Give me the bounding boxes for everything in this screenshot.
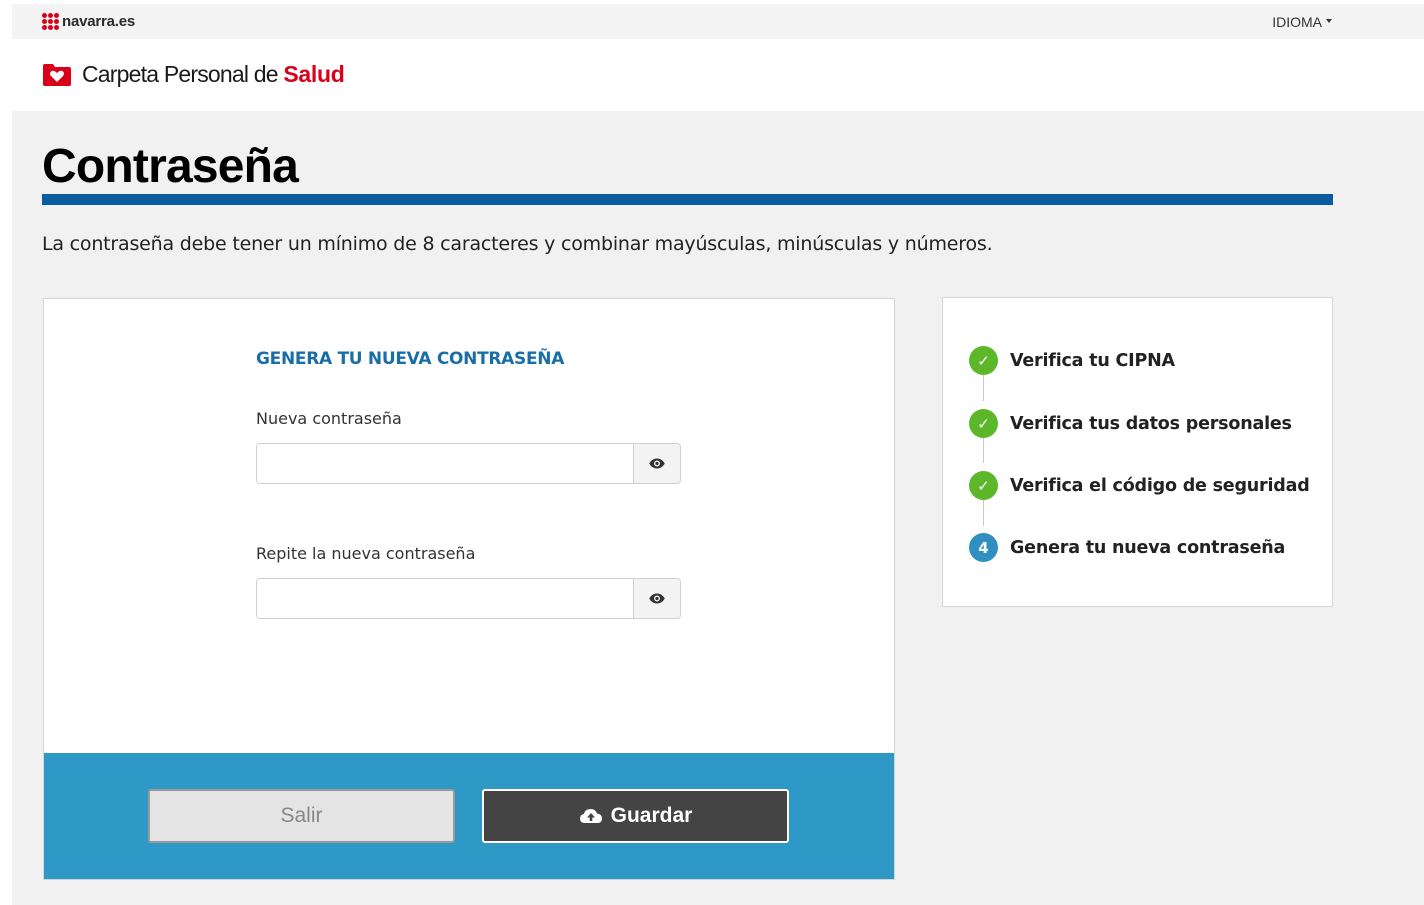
app-title-accent: Salud <box>283 61 345 87</box>
password-form: GENERA TU NUEVA CONTRASEÑA Nueva contras… <box>256 349 686 679</box>
exit-button-label: Salir <box>280 804 323 827</box>
step-label: Verifica tus datos personales <box>1010 413 1292 434</box>
password-requirements-text: La contraseña debe tener un mínimo de 8 … <box>42 233 993 255</box>
new-password-group <box>256 443 681 484</box>
step-connector <box>983 375 984 401</box>
exit-button[interactable]: Salir <box>148 789 455 843</box>
app-header: Carpeta Personal de Salud <box>12 39 1424 111</box>
language-dropdown[interactable]: IDIOMA <box>1272 14 1332 30</box>
app-title-prefix: Carpeta Personal de <box>82 61 284 87</box>
new-password-label: Nueva contraseña <box>256 409 402 428</box>
navarra-brand-text: navarra.es <box>62 13 136 30</box>
password-form-card: GENERA TU NUEVA CONTRASEÑA Nueva contras… <box>43 298 895 880</box>
folder-heart-icon <box>42 62 72 87</box>
check-icon: ✓ <box>969 409 998 438</box>
eye-icon <box>649 593 665 604</box>
page-title: Contraseña <box>42 140 299 193</box>
app-title: Carpeta Personal de Salud <box>82 61 345 88</box>
step-4: 4 Genera tu nueva contraseña <box>969 533 1285 562</box>
step-2: ✓ Verifica tus datos personales <box>969 409 1292 438</box>
step-label: Genera tu nueva contraseña <box>1010 537 1286 558</box>
cloud-upload-icon <box>579 809 602 823</box>
repeat-password-group <box>256 578 681 619</box>
navarra-brand-link[interactable]: navarra.es <box>42 13 135 30</box>
check-icon: ✓ <box>969 346 998 375</box>
step-1: ✓ Verifica tu CIPNA <box>969 346 1175 375</box>
navarra-dots-icon <box>42 13 59 30</box>
save-button[interactable]: Guardar <box>482 789 789 843</box>
step-label: Verifica tu CIPNA <box>1010 350 1175 371</box>
step-connector <box>983 438 984 463</box>
form-heading: GENERA TU NUEVA CONTRASEÑA <box>256 349 565 369</box>
title-divider <box>42 194 1333 205</box>
repeat-password-label: Repite la nueva contraseña <box>256 544 476 563</box>
chevron-down-icon <box>1326 19 1332 23</box>
toggle-new-password-visibility-button[interactable] <box>633 444 680 483</box>
toggle-repeat-password-visibility-button[interactable] <box>633 579 680 618</box>
main-content: Contraseña La contraseña debe tener un m… <box>12 111 1424 905</box>
step-connector <box>983 500 984 526</box>
step-3: ✓ Verifica el código de seguridad <box>969 471 1310 500</box>
step-number-badge: 4 <box>969 533 998 562</box>
language-label: IDIOMA <box>1272 14 1322 30</box>
check-icon: ✓ <box>969 471 998 500</box>
step-label: Verifica el código de seguridad <box>1010 475 1310 496</box>
save-button-label: Guardar <box>610 804 693 827</box>
repeat-password-input[interactable] <box>257 579 633 618</box>
new-password-input[interactable] <box>257 444 633 483</box>
form-actions-bar: Salir Guardar <box>44 753 894 879</box>
eye-icon <box>649 458 665 469</box>
app-logo-link[interactable]: Carpeta Personal de Salud <box>42 61 345 88</box>
top-bar: navarra.es IDIOMA <box>12 4 1424 39</box>
progress-steps-card: ✓ Verifica tu CIPNA ✓ Verifica tus datos… <box>942 297 1333 607</box>
